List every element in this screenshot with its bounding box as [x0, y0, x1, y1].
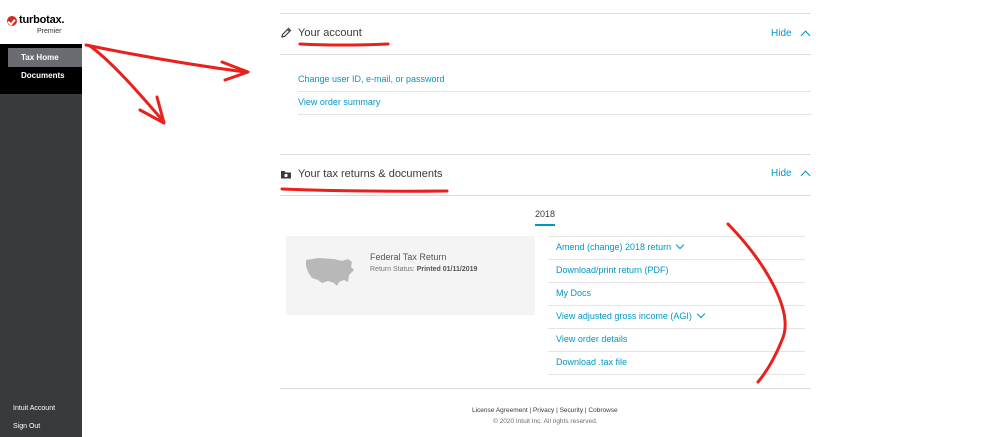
- annotation-underline-account: [298, 42, 390, 47]
- annotation-arrowhead-down: [138, 95, 166, 125]
- section-divider: [280, 388, 811, 389]
- row-divider: [548, 328, 805, 329]
- federal-return-card: Federal Tax Return Return Status: Printe…: [286, 236, 535, 315]
- status-label: Return Status:: [370, 266, 415, 273]
- amend-return-label: Amend (change) 2018 return: [556, 242, 672, 252]
- view-agi-link[interactable]: View adjusted gross income (AGI): [556, 309, 706, 321]
- us-map-icon: [306, 258, 354, 286]
- hide-label: Hide: [771, 28, 792, 39]
- row-divider: [548, 374, 805, 375]
- row-divider: [548, 351, 805, 352]
- view-order-summary-link[interactable]: View order summary: [298, 97, 380, 107]
- returns-hide-button[interactable]: Hide: [771, 168, 792, 179]
- view-agi-label: View adjusted gross income (AGI): [556, 311, 692, 321]
- row-divider: [548, 305, 805, 306]
- amend-return-link[interactable]: Amend (change) 2018 return: [556, 240, 685, 252]
- card-title: Federal Tax Return: [370, 252, 447, 262]
- annotation-arrow-down: [88, 44, 166, 124]
- chevron-up-icon[interactable]: [800, 30, 811, 41]
- sidebar: turbotax. Premier Tax Home Documents Int…: [0, 0, 82, 437]
- footer-copyright: © 2020 Intuit Inc. All rights reserved.: [493, 418, 598, 425]
- privacy-link[interactable]: Privacy: [533, 407, 554, 414]
- cobrowse-link[interactable]: Cobrowse: [588, 407, 617, 414]
- download-pdf-link[interactable]: Download/print return (PDF): [556, 265, 669, 275]
- section-divider: [280, 54, 811, 55]
- brand-edition: Premier: [37, 28, 62, 35]
- return-status: Return Status: Printed 01/11/2019: [370, 266, 477, 273]
- license-agreement-link[interactable]: License Agreement: [472, 407, 528, 414]
- chevron-down-icon: [675, 240, 685, 250]
- annotation-curve-actions: [726, 222, 787, 384]
- returns-section-title: Your tax returns & documents: [298, 168, 443, 180]
- annotation-arrow-right: [84, 43, 247, 74]
- hide-label: Hide: [771, 168, 792, 179]
- sidebar-item-sign-out[interactable]: Sign Out: [13, 423, 40, 430]
- row-divider: [548, 282, 805, 283]
- tab-active-indicator: [535, 224, 555, 226]
- change-user-id-link[interactable]: Change user ID, e-mail, or password: [298, 74, 445, 84]
- row-divider: [548, 236, 805, 237]
- row-divider: [298, 91, 811, 92]
- chevron-down-icon: [696, 309, 706, 319]
- row-divider: [548, 259, 805, 260]
- brand-header: turbotax. Premier: [0, 0, 82, 44]
- sidebar-item-intuit-account[interactable]: Intuit Account: [13, 405, 55, 412]
- chevron-up-icon[interactable]: [800, 170, 811, 181]
- account-hide-button[interactable]: Hide: [771, 28, 792, 39]
- my-docs-link[interactable]: My Docs: [556, 288, 591, 298]
- pencil-icon: [281, 27, 292, 38]
- brand-name: turbotax.: [19, 14, 65, 26]
- section-divider: [280, 13, 811, 14]
- turbotax-logo-icon: [7, 16, 17, 26]
- row-divider: [298, 114, 811, 115]
- folder-icon: [281, 171, 291, 179]
- section-divider: [280, 154, 811, 155]
- annotation-underline-returns: [280, 187, 449, 193]
- security-link[interactable]: Security: [560, 407, 583, 414]
- view-order-details-link[interactable]: View order details: [556, 334, 627, 344]
- section-divider: [280, 195, 811, 196]
- annotation-arrowhead-right: [220, 60, 250, 82]
- sidebar-item-tax-home[interactable]: Tax Home: [8, 48, 82, 67]
- account-section-title: Your account: [298, 27, 362, 39]
- status-value: Printed 01/11/2019: [416, 266, 478, 273]
- sidebar-item-documents[interactable]: Documents: [8, 66, 82, 85]
- tab-2018[interactable]: 2018: [535, 209, 555, 219]
- annotation-overlay: [84, 42, 787, 384]
- download-tax-file-link[interactable]: Download .tax file: [556, 357, 627, 367]
- footer-links: License Agreement | Privacy | Security |…: [472, 407, 618, 414]
